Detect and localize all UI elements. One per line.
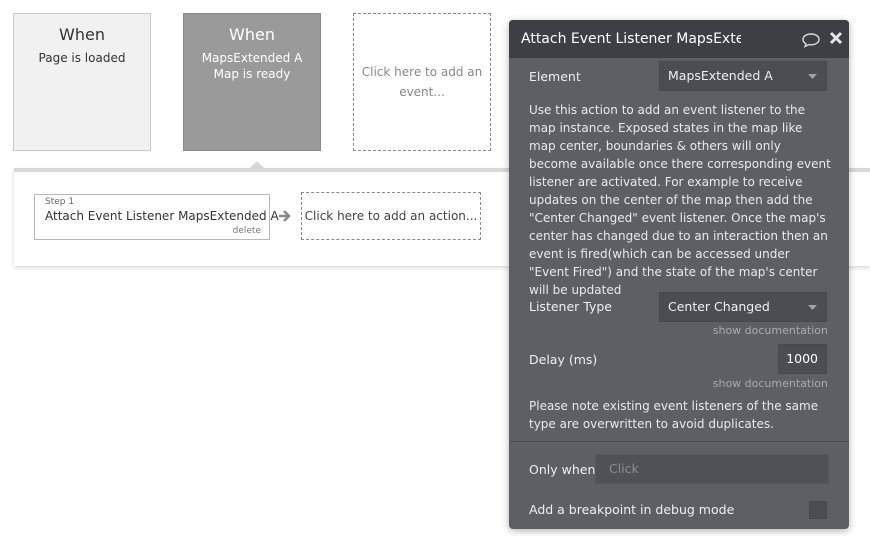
event-card-page-loaded[interactable]: When Page is loaded [13,13,151,151]
delay-input[interactable]: 1000 [778,344,827,374]
listener-type-value: Center Changed [668,299,770,314]
delay-label: Delay (ms) [529,352,598,367]
event-title: When [59,25,105,44]
show-documentation-link[interactable]: show documentation [713,377,828,390]
delete-step-link[interactable]: delete [233,226,261,236]
divider [509,441,849,442]
only-when-label: Only when [529,462,596,477]
add-event-button[interactable]: Click here to add an event... [353,13,491,151]
step-card[interactable]: Step 1 Attach Event Listener MapsExtende… [34,194,279,240]
close-icon[interactable] [829,31,843,45]
listener-type-dropdown[interactable]: Center Changed [659,292,827,322]
action-property-panel: Attach Event Listener MapsExtended A Ele… [509,20,849,529]
event-subtitle: MapsExtended A Map is ready [201,51,303,81]
event-subtitle: Page is loaded [38,51,126,65]
add-action-button[interactable]: Click here to add an action... [301,192,481,240]
show-documentation-link[interactable]: show documentation [713,324,828,337]
panel-title: Attach Event Listener MapsExtended A [521,31,741,47]
step-number: Step 1 [45,197,75,207]
element-label: Element [529,69,581,84]
only-when-input[interactable]: Click [595,454,829,484]
breakpoint-checkbox[interactable] [809,501,827,519]
chevron-down-icon [808,305,817,310]
element-dropdown[interactable]: MapsExtended A [659,61,827,91]
panel-header: Attach Event Listener MapsExtended A [509,20,849,58]
event-card-map-ready[interactable]: When MapsExtended A Map is ready [183,13,321,151]
element-dropdown-value: MapsExtended A [668,68,773,83]
add-event-label: Click here to add an event... [361,65,483,99]
event-title: When [229,25,275,44]
comment-icon[interactable] [801,32,821,48]
chevron-down-icon [808,74,817,79]
arrow-right-icon [279,210,291,222]
action-description: Use this action to add an event listener… [529,103,831,297]
listener-type-label: Listener Type [529,299,612,314]
listener-note: Please note existing event listeners of … [529,399,819,431]
breakpoint-label: Add a breakpoint in debug mode [529,502,735,517]
step-name: Attach Event Listener MapsExtended A [45,209,279,223]
